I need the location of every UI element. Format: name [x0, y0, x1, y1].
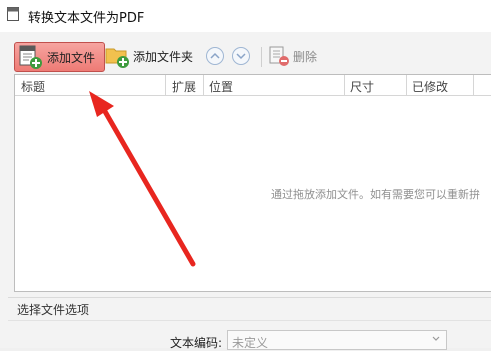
column-divider [473, 75, 474, 95]
add-file-label: 添加文件 [47, 50, 96, 65]
delete-label: 删除 [293, 49, 318, 64]
add-file-button[interactable]: 添加文件 [14, 42, 105, 72]
column-divider [165, 75, 166, 95]
file-list[interactable]: 标题 扩展 位置 尺寸 已修改 通过拖放添加文件。如有需要您可以重新拚 [14, 74, 491, 292]
title-bar: 转换文本文件为PDF [0, 0, 491, 32]
delete-list-icon [269, 46, 289, 66]
add-folder-icon [105, 48, 129, 68]
move-down-button[interactable] [232, 47, 250, 65]
add-folder-button[interactable]: 添加文件夹 [104, 42, 200, 70]
column-header-size[interactable]: 尺寸 [350, 78, 374, 95]
convert-window: 转换文本文件为PDF 添加文件 添加文件夹 删除 标题 扩展 位置 尺寸 已修改… [0, 0, 491, 350]
column-header-extension[interactable]: 扩展 [172, 78, 196, 95]
chevron-down-icon [236, 53, 246, 60]
window-title: 转换文本文件为PDF [28, 11, 145, 26]
encoding-select[interactable]: 未定义 [227, 330, 447, 350]
column-divider [406, 75, 407, 95]
options-section-title: 选择文件选项 [17, 303, 90, 317]
move-up-button[interactable] [206, 47, 224, 65]
empty-list-hint: 通过拖放添加文件。如有需要您可以重新拚 [271, 188, 480, 201]
toolbar: 添加文件 添加文件夹 删除 [8, 38, 491, 78]
list-header: 标题 扩展 位置 尺寸 已修改 [15, 75, 491, 96]
add-text-file-icon [19, 45, 42, 69]
encoding-value: 未定义 [232, 336, 269, 350]
section-divider [8, 297, 491, 298]
toolbar-separator [261, 47, 262, 67]
column-header-location[interactable]: 位置 [209, 78, 233, 95]
encoding-label: 文本编码: [170, 336, 223, 350]
add-folder-label: 添加文件夹 [133, 49, 194, 64]
file-options-section: 选择文件选项 文本编码: 未定义 [0, 292, 491, 350]
chevron-up-icon [210, 52, 220, 59]
column-header-modified[interactable]: 已修改 [412, 78, 448, 95]
dropdown-arrow-icon [432, 336, 440, 341]
section-divider [8, 320, 491, 321]
column-header-title[interactable]: 标题 [21, 78, 45, 95]
document-icon [7, 7, 19, 21]
delete-button[interactable]: 删除 [268, 42, 328, 70]
column-divider [203, 75, 204, 95]
column-divider [344, 75, 345, 95]
